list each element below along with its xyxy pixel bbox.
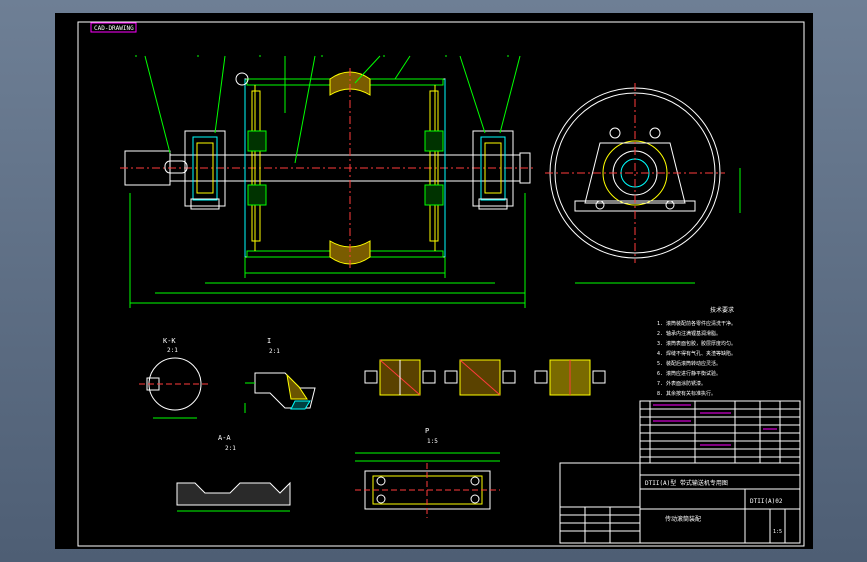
tech-req-line-3: 3. 滚筒表面包胶，胶层厚度均匀。 <box>657 340 736 347</box>
title-block-scale: 1:5 <box>773 529 782 535</box>
title-block-project: DTII(A)型 带式输送机专用图 <box>645 479 728 487</box>
drum-side-view <box>545 83 741 284</box>
tech-req-line-5: 5. 装配后滚筒转动应灵活。 <box>657 360 721 367</box>
lagging-details <box>364 359 606 396</box>
detail-p: P 1:5 <box>355 427 500 518</box>
tech-req-line-2: 2. 轴承内注满锂基润滑脂。 <box>657 330 721 337</box>
detail-i-scale: 2:1 <box>269 348 280 355</box>
cad-viewport[interactable]: CAD-DRAWING K-K 2:1 I 2:1 A-A 2:1 P 1:5 … <box>0 0 867 562</box>
tech-req-line-6: 6. 滚筒应进行静平衡试验。 <box>657 370 721 377</box>
technical-requirements: 技术要求 1. 滚筒装配前各零件应清洗干净。 2. 轴承内注满锂基润滑脂。 3.… <box>657 306 736 397</box>
tech-req-line-8: 8. 其余按有关标准执行。 <box>657 390 716 397</box>
drawing-canvas: CAD-DRAWING K-K 2:1 I 2:1 A-A 2:1 P 1:5 … <box>77 21 805 547</box>
tech-req-line-7: 7. 外表面涂防锈漆。 <box>657 380 706 387</box>
section-kk-label: K-K <box>163 337 176 345</box>
detail-i: I 2:1 <box>244 337 316 413</box>
section-kk-scale: 2:1 <box>167 347 178 354</box>
section-aa: A-A 2:1 <box>176 434 291 512</box>
drum-front-view <box>120 55 535 308</box>
section-aa-label: A-A <box>218 434 231 442</box>
drawing-tag: CAD-DRAWING <box>94 25 134 32</box>
title-block-name: 传动滚筒装配 <box>665 515 701 523</box>
tech-req-title: 技术要求 <box>710 306 734 314</box>
detail-i-label: I <box>267 337 271 345</box>
detail-p-scale: 1:5 <box>427 438 438 445</box>
tech-req-line-1: 1. 滚筒装配前各零件应清洗干净。 <box>657 320 736 327</box>
section-aa-scale: 2:1 <box>225 445 236 452</box>
drawing-sheet: CAD-DRAWING K-K 2:1 I 2:1 A-A 2:1 P 1:5 … <box>55 13 813 549</box>
detail-p-label: P <box>425 427 429 435</box>
title-block-drawing-no: DTII(A)02 <box>750 498 783 505</box>
parts-list <box>639 400 801 464</box>
tech-req-line-4: 4. 焊缝不得有气孔、夹渣等缺陷。 <box>657 350 736 357</box>
drawing-border <box>77 21 805 547</box>
section-kk: K-K 2:1 <box>139 337 211 419</box>
